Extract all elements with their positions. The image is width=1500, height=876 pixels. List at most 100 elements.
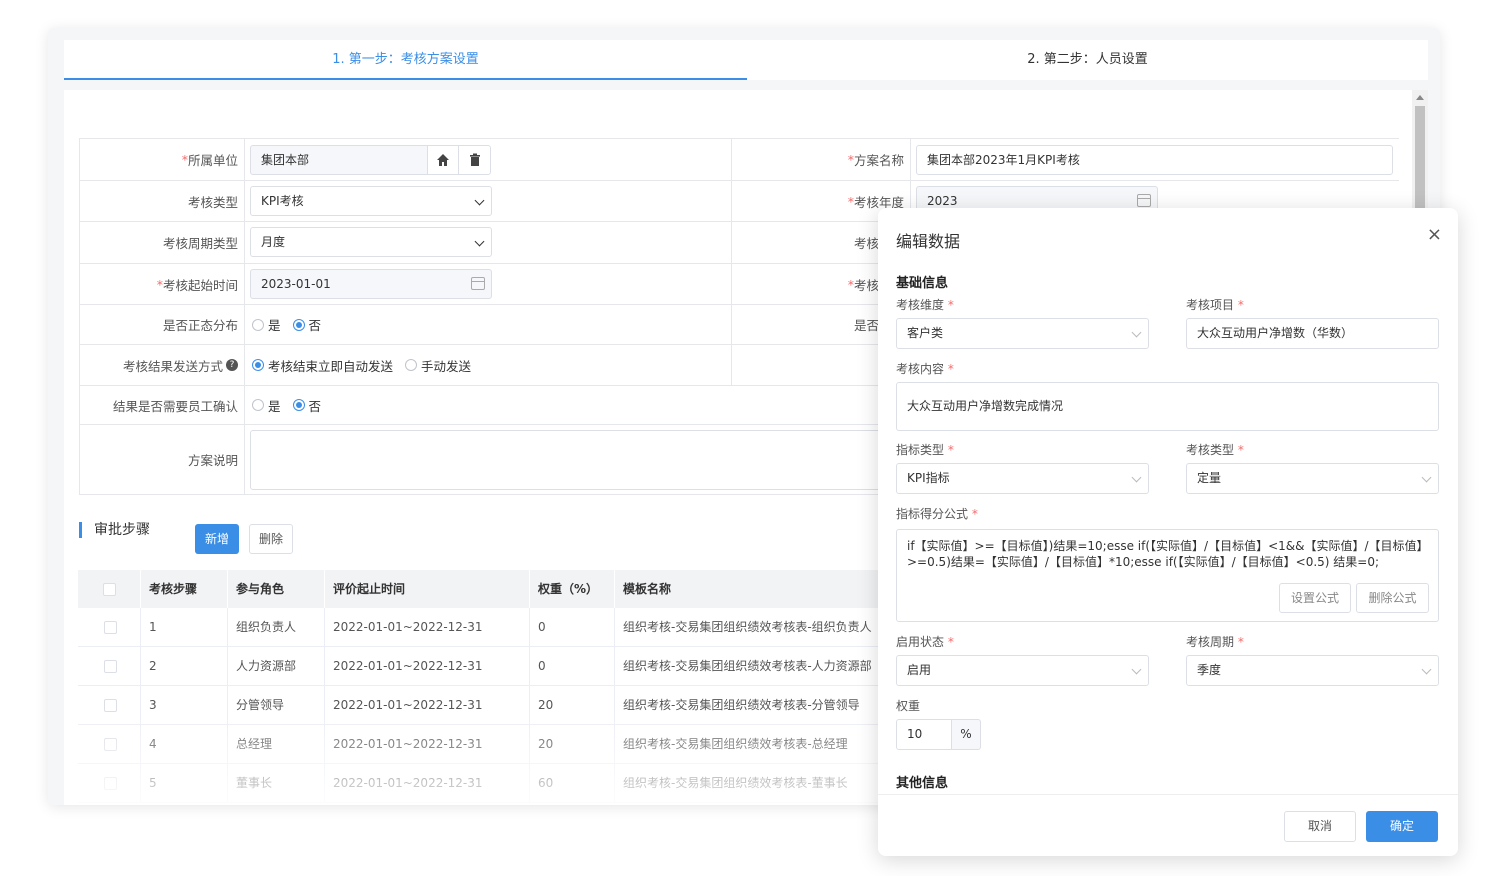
table-cell: 0 [530,608,615,647]
start-label-text: 考核起始时间 [162,277,238,293]
status-label-text: 启用状态 [896,635,945,649]
item-label-text: 考核项目 [1186,298,1235,312]
radio-no-label: 否 [308,318,322,333]
eval-type-select[interactable]: 定量 [1186,463,1439,494]
trash-icon[interactable] [458,145,491,175]
table-cell: 5 [141,764,228,803]
table-cell: 分管领导 [228,686,325,725]
plan-name-label: * 方案名称 [731,139,911,180]
dialog-footer: 取消 确定 [878,794,1458,856]
select-all-checkbox[interactable] [103,583,116,596]
table-cell: 组织负责人 [228,608,325,647]
start-date-value: 2023-01-01 [261,277,331,291]
start-date-input[interactable]: 2023-01-01 [250,269,492,299]
dimension-select[interactable]: 客户类 [896,318,1149,349]
chevron-down-icon [1421,472,1432,483]
period-value: 季度 [1197,663,1222,677]
item-input[interactable]: 大众互动用户净增数（华数） [1186,318,1439,349]
table-cell: 2022-01-01~2022-12-31 [325,686,530,725]
confirm-radios: 是 否 [252,386,333,424]
step-tabs: 1. 第一步：考核方案设置 2. 第二步：人员设置 [64,40,1428,80]
type-label: 考核类型 [80,181,245,221]
item-label: 考核项目 * [1186,296,1244,313]
cycle-type-value: 月度 [261,235,286,249]
chevron-down-icon [1131,664,1142,675]
period-select[interactable]: 季度 [1186,655,1439,686]
weight-input[interactable]: 10 [896,719,952,750]
calendar-icon [1137,194,1151,207]
radio-no[interactable] [292,318,305,331]
chevron-down-icon [474,195,485,206]
type-select[interactable]: KPI考核 [250,186,492,216]
table-cell: 4 [141,725,228,764]
period-label-text: 考核周期 [1186,635,1235,649]
row-checkbox[interactable] [104,621,117,634]
chevron-down-icon [1131,327,1142,338]
table-cell: 2022-01-01~2022-12-31 [325,725,530,764]
row-select-cell [78,608,141,647]
formula-label-text: 指标得分公式 [896,507,969,521]
table-cell: 1 [141,608,228,647]
normal-dist-label: 是否正态分布 [80,305,245,344]
content-textarea[interactable]: 大众互动用户净增数完成情况 [896,382,1439,431]
row-select-cell [78,647,141,686]
close-icon[interactable]: × [1427,226,1442,244]
ind-type-value: KPI指标 [907,471,950,485]
radio-yes-label: 是 [268,398,281,414]
table-cell: 2022-01-01~2022-12-31 [325,647,530,686]
eval-type-label: 考核类型 * [1186,441,1244,458]
row-checkbox[interactable] [104,699,117,712]
radio-auto-send[interactable] [252,359,264,371]
radio-manual-send-label: 手动发送 [421,358,472,374]
dimension-label-text: 考核维度 [896,298,945,312]
scroll-up-arrow-icon[interactable] [1416,95,1424,100]
delete-button[interactable]: 删除 [249,524,293,554]
formula-label: 指标得分公式 * [896,505,978,522]
eval-type-value: 定量 [1197,471,1222,485]
home-icon[interactable] [427,145,459,175]
unit-input[interactable]: 集团本部 [250,145,428,175]
table-cell: 20 [530,686,615,725]
chevron-down-icon [1131,472,1142,483]
set-formula-button[interactable]: 设置公式 [1279,583,1351,613]
required-mark: * [947,443,954,457]
eval-type-label-text: 考核类型 [1186,443,1235,457]
plan-name-input[interactable]: 集团本部2023年1月KPI考核 [916,145,1393,175]
col-header: 参与角色 [228,570,325,608]
cycle-type-select[interactable]: 月度 [250,227,492,257]
ind-type-select[interactable]: KPI指标 [896,463,1149,494]
radio-yes[interactable] [252,318,264,331]
send-radios: 考核结束立即自动发送 手动发送 [252,345,483,385]
dimension-value: 客户类 [907,326,944,340]
confirm-button[interactable]: 确定 [1366,811,1438,842]
col-header: 考核步骤 [141,570,228,608]
unit-label: * 所属单位 [80,139,245,180]
required-mark: * [1237,298,1244,312]
select-all-cell [78,570,141,608]
status-label: 启用状态 * [896,633,954,650]
cancel-button[interactable]: 取消 [1284,811,1356,842]
tab-step-1[interactable]: 1. 第一步：考核方案设置 [64,40,747,80]
radio-yes[interactable] [252,399,264,411]
table-cell: 董事长 [228,764,325,803]
tab-step-2[interactable]: 2. 第二步：人员设置 [747,40,1428,80]
delete-formula-button[interactable]: 删除公式 [1356,583,1429,613]
row-checkbox[interactable] [104,660,117,673]
row-checkbox[interactable] [104,738,117,751]
other-info-heading: 其他信息 [896,776,949,791]
required-mark: * [947,635,954,649]
content-label-text: 考核内容 [896,362,945,376]
content-label: 考核内容 * [896,360,954,377]
radio-manual-send[interactable] [405,359,418,371]
status-select[interactable]: 启用 [896,655,1149,686]
col-header: 评价起止时间 [325,570,530,608]
start-label: * 考核起始时间 [80,264,245,304]
basic-info-heading: 基础信息 [896,276,949,291]
row-checkbox[interactable] [104,777,117,790]
ind-type-label: 指标类型 * [896,441,954,458]
help-icon[interactable]: ? [226,359,238,371]
row-select-cell [78,764,141,803]
add-button[interactable]: 新增 [195,524,239,554]
radio-yes-label: 是 [268,318,281,333]
radio-no[interactable] [292,399,305,411]
